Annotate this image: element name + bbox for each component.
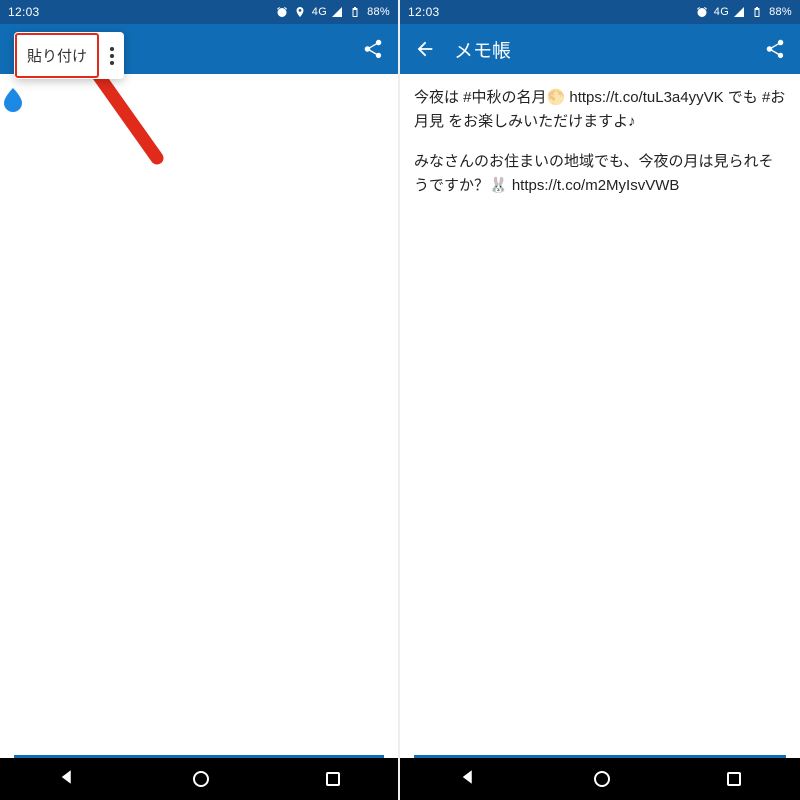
nav-home-button[interactable] [590,767,614,791]
battery-icon [349,6,361,18]
share-button[interactable] [760,34,790,64]
nav-recent-icon [326,772,340,786]
note-content[interactable]: 今夜は #中秋の名月🌕 https://t.co/tuL3a4yyVK でも #… [400,74,800,755]
nav-recent-icon [727,772,741,786]
nav-recent-button[interactable] [322,768,344,790]
status-bar: 12:03 4G 88% [0,0,398,24]
nav-bar [0,758,398,800]
nav-home-button[interactable] [189,767,213,791]
nav-back-button[interactable] [54,764,80,795]
location-icon [294,6,306,18]
nav-back-icon [58,768,76,786]
network-type: 4G [312,6,327,18]
app-bar: メモ帳 [400,24,800,74]
note-paragraph-2: みなさんのお住まいの地域でも、今夜の月は見られそうですか？🐰 https://t… [414,150,786,198]
nav-recent-button[interactable] [723,768,745,790]
status-time: 12:03 [8,5,40,19]
share-icon [362,38,384,60]
share-icon [764,38,786,60]
paste-menu-item[interactable]: 貼り付け [15,33,99,78]
signal-icon [331,6,343,18]
share-button[interactable] [358,34,388,64]
alarm-icon [276,6,288,18]
status-bar: 12:03 4G 88% [400,0,800,24]
battery-icon [751,6,763,18]
battery-percent: 88% [367,6,390,18]
nav-back-icon [459,768,477,786]
context-menu: 貼り付け [14,32,124,79]
status-time: 12:03 [408,5,440,19]
text-cursor-handle[interactable] [4,88,22,112]
nav-back-button[interactable] [455,764,481,795]
note-paragraph-1: 今夜は #中秋の名月🌕 https://t.co/tuL3a4yyVK でも #… [414,86,786,134]
app-title: メモ帳 [454,36,511,63]
arrow-back-icon [414,38,436,60]
nav-home-icon [594,771,610,787]
signal-icon [733,6,745,18]
context-menu-more[interactable] [100,39,124,73]
note-content-empty[interactable] [0,74,398,755]
screenshot-right: 12:03 4G 88% メモ帳 今夜は #中秋の名月🌕 https://t.c… [400,0,800,800]
back-button[interactable] [410,34,440,64]
network-type: 4G [714,6,729,18]
alarm-icon [696,6,708,18]
battery-percent: 88% [769,6,792,18]
screenshot-left: 12:03 4G 88% 貼り付け [0,0,400,800]
nav-bar [400,758,800,800]
nav-home-icon [193,771,209,787]
